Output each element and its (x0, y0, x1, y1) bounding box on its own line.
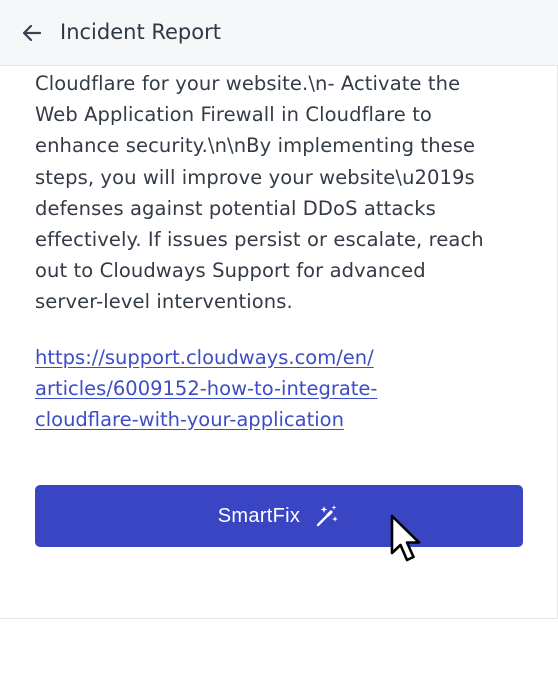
report-content: Cloudflare for your website.\n- Activate… (35, 66, 520, 435)
page-title: Incident Report (60, 20, 221, 44)
smartfix-label: SmartFix (217, 505, 301, 527)
incident-report-page: Incident Report Cloudflare for your webs… (0, 0, 558, 698)
arrow-left-icon (22, 24, 42, 42)
smartfix-button[interactable]: SmartFix (35, 485, 523, 547)
cloudflare-integration-link[interactable]: https://support.cloudways.com/en/ articl… (35, 342, 520, 435)
footer-divider (0, 618, 558, 619)
report-body-text: Cloudflare for your website.\n- Activate… (35, 72, 484, 314)
back-button[interactable] (16, 17, 48, 49)
header-bar: Incident Report (0, 0, 558, 66)
magic-wand-icon (317, 505, 339, 527)
